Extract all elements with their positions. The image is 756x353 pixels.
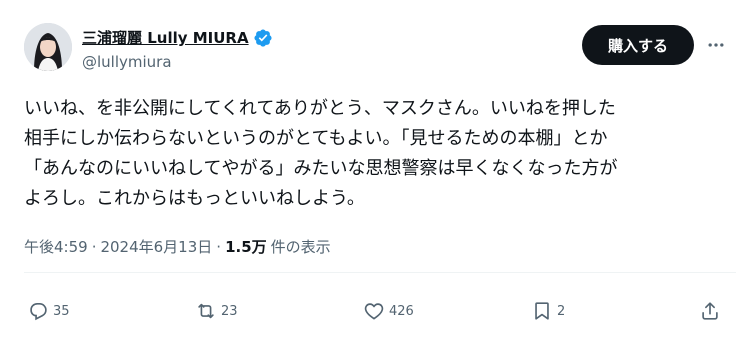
avatar-image [24,23,72,71]
tweet-line: 相手にしか伝わらないというのがとてもよい。「見せるための本棚」とか [24,128,608,149]
like-button[interactable]: 426 [363,300,414,322]
bookmark-count: 2 [557,303,566,319]
retweet-button[interactable]: 23 [195,300,238,322]
verified-badge-icon[interactable] [253,28,273,48]
avatar[interactable] [24,23,72,71]
tweet-date[interactable]: 2024年6月13日 [100,236,212,257]
reply-button[interactable]: 35 [27,300,70,322]
share-button[interactable] [699,300,721,322]
author-display-name[interactable]: 三浦瑠麗 Lully MIURA [82,27,249,48]
views-label: 件の表示 [270,238,331,256]
bookmark-icon [535,302,549,320]
tweet-text: いいね、を非公開にしてくれてありがとう、マスクさん。いいねを押した 相手にしか伝… [24,94,736,214]
author-handle[interactable]: @lullymiura [82,53,172,71]
tweet-line: いいね、を非公開にしてくれてありがとう、マスクさん。いいねを押した [24,98,616,119]
bookmark-button[interactable]: 2 [531,300,565,322]
more-horizontal-icon[interactable] [706,35,726,55]
reply-icon [30,303,47,321]
tweet-line: 「あんなのにいいねしてやがる」みたいな思想警察は早くなくなった方が [24,158,618,179]
tweet-line: よろし。これからはもっといいねしよう。 [24,188,365,209]
author-name-row: 三浦瑠麗 Lully MIURA [82,27,273,48]
tweet-time[interactable]: 午後4:59 [24,236,88,257]
divider [24,272,736,273]
meta-separator: · [91,237,97,256]
buy-button[interactable]: 購入する [582,25,694,65]
reply-count: 35 [53,303,70,319]
heart-icon [364,303,384,320]
retweet-icon [198,303,214,319]
like-count: 426 [389,303,414,319]
meta-separator: · [216,237,222,256]
tweet-meta: 午後4:59 · 2024年6月13日 · 1.5万 件の表示 [24,236,331,257]
views-count[interactable]: 1.5万 [225,236,267,257]
retweet-count: 23 [221,303,238,319]
share-icon [702,302,718,320]
